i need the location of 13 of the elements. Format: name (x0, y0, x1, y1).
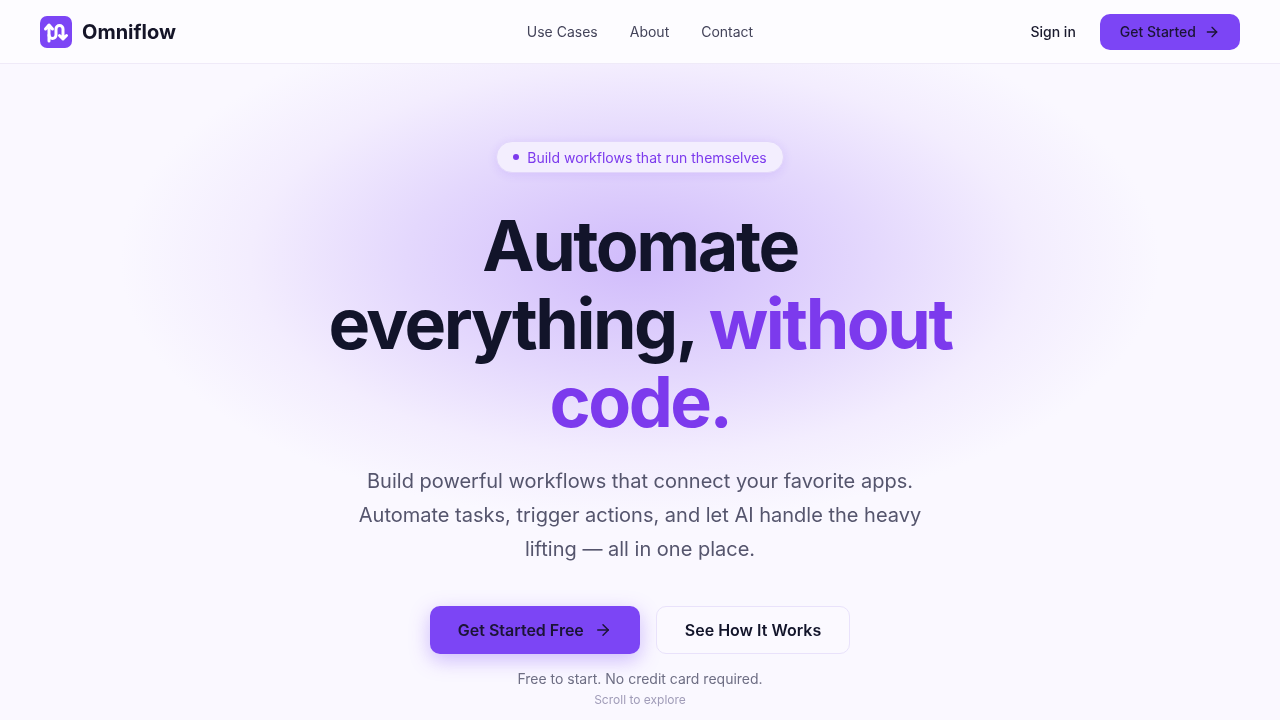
brand-name: Omniflow (82, 18, 176, 46)
nav-link[interactable]: About (629, 21, 670, 42)
dot-icon (513, 154, 520, 160)
nav-link[interactable]: Contact (701, 21, 754, 42)
see-how-it-works-button[interactable]: See How It Works (655, 606, 851, 654)
nav-link[interactable]: Use Cases (526, 21, 598, 42)
logo-icon (40, 15, 72, 48)
free-note-text: Free to start. No credit card required. (517, 669, 763, 689)
hero-description: Build powerful workflows that connect your favorite apps. Automate tasks, trigger actions, and let AI handle the heavy lifting — all in one place. (357, 468, 923, 563)
hero-headline: Automate everything, without code. (328, 207, 952, 441)
badge-text: Build workflows that run themselves (527, 147, 767, 168)
sign-in-link[interactable]: Sign in (1030, 21, 1076, 42)
scroll-hint-text: Scroll to explore (594, 692, 686, 708)
